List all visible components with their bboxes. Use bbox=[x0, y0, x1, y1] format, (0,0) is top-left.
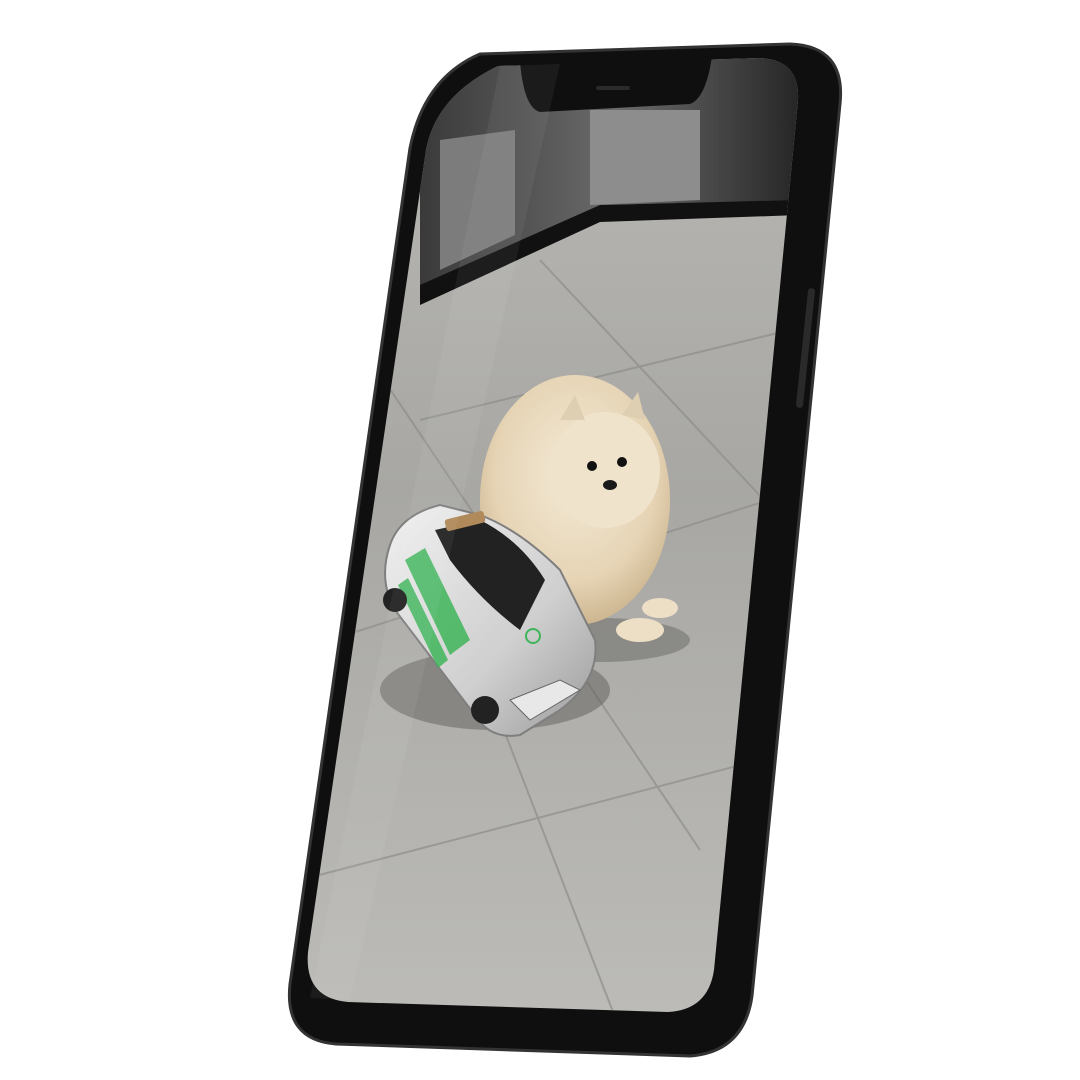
car-wheel-front bbox=[471, 696, 499, 724]
dog-nose bbox=[603, 480, 617, 490]
dog-eye-left bbox=[587, 461, 597, 471]
dog-paw-left bbox=[616, 618, 664, 642]
dog-paw-right bbox=[642, 598, 678, 618]
phone-mockup-illustration bbox=[287, 42, 843, 1058]
mockup-stage bbox=[0, 0, 1080, 1080]
dog-eye-right bbox=[617, 457, 627, 467]
speaker-grille bbox=[596, 86, 630, 90]
cabinet-door bbox=[590, 110, 700, 205]
